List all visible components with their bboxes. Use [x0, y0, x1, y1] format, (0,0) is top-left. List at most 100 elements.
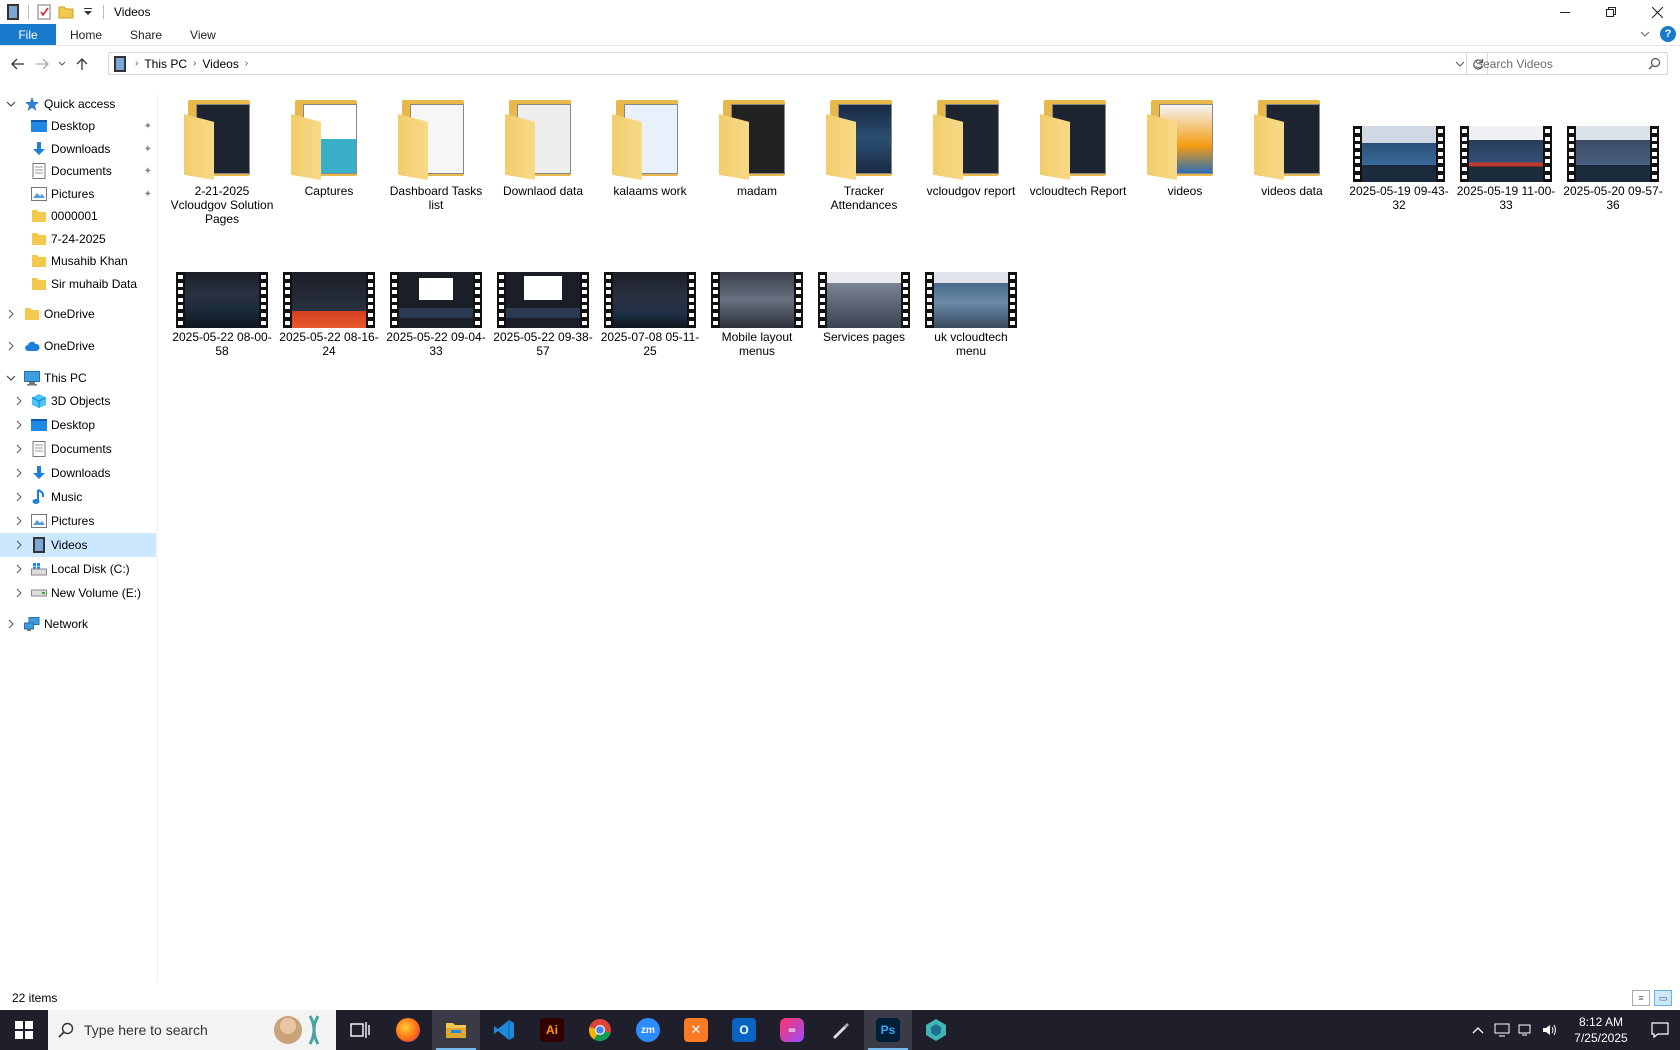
nav-quick-downloads[interactable]: Downloads ✦ — [0, 137, 156, 161]
nav-pc-3d-objects[interactable]: 3D Objects — [0, 389, 156, 413]
nav-pc-documents[interactable]: Documents — [0, 437, 156, 461]
video-item[interactable]: 2025-05-19 09-43-32 — [1347, 92, 1451, 212]
nav-quick-pictures[interactable]: Pictures ✦ — [0, 182, 156, 206]
file-explorer-icon[interactable] — [432, 1010, 480, 1050]
restore-button[interactable] — [1588, 0, 1634, 24]
folder-item[interactable]: Downlaod data — [491, 92, 595, 198]
windows-start-icon[interactable] — [0, 1010, 48, 1050]
network-tray-icon[interactable] — [1514, 1010, 1538, 1050]
zoom-icon[interactable]: zm — [624, 1010, 672, 1050]
pin-icon[interactable]: ✦ — [144, 121, 152, 132]
nav-quick-documents[interactable]: Documents ✦ — [0, 159, 156, 183]
large-icons-view-icon[interactable]: ▭ — [1654, 990, 1672, 1006]
breadcrumb-videos[interactable]: Videos — [196, 57, 244, 71]
folder-item[interactable]: vcloudtech Report — [1026, 92, 1130, 198]
nav-quick-folder-0000001[interactable]: 0000001 — [0, 204, 156, 228]
chrome-icon[interactable] — [576, 1010, 624, 1050]
nav-quick-access[interactable]: Quick access — [0, 92, 156, 116]
forward-button[interactable] — [30, 52, 54, 76]
nav-pc-desktop[interactable]: Desktop — [0, 413, 156, 437]
nav-pc-videos[interactable]: Videos — [0, 533, 156, 557]
video-item[interactable]: Services pages — [812, 238, 916, 344]
outlook-icon[interactable]: O — [720, 1010, 768, 1050]
chevron-right-icon[interactable] — [14, 540, 24, 550]
video-item[interactable]: 2025-05-22 09-04-33 — [384, 238, 488, 358]
chevron-down-icon[interactable] — [6, 373, 16, 383]
nav-quick-desktop[interactable]: Desktop ✦ — [0, 114, 156, 138]
chevron-right-icon[interactable] — [14, 468, 24, 478]
vscode-icon[interactable] — [480, 1010, 528, 1050]
pin-icon[interactable]: ✦ — [144, 166, 152, 177]
folder-item[interactable]: videos — [1133, 92, 1237, 198]
chevron-up-icon[interactable] — [1466, 1010, 1490, 1050]
chevron-right-icon[interactable] — [14, 564, 24, 574]
pin-icon[interactable]: ✦ — [144, 144, 152, 155]
chevron-down-icon[interactable] — [6, 99, 16, 109]
folder-item[interactable]: vcloudgov report — [919, 92, 1023, 198]
firefox-icon[interactable] — [384, 1010, 432, 1050]
volume-icon[interactable] — [1538, 1010, 1562, 1050]
chevron-right-icon[interactable] — [14, 588, 24, 598]
tab-view[interactable]: View — [176, 24, 230, 45]
nav-pc-local-disk-c[interactable]: Local Disk (C:) — [0, 557, 156, 581]
folder-item[interactable]: Dashboard Tasks list — [384, 92, 488, 212]
nav-pc-new-volume-e[interactable]: New Volume (E:) — [0, 581, 156, 605]
chevron-right-icon[interactable] — [6, 309, 16, 319]
nav-quick-folder-sir-muhaib-data[interactable]: Sir muhaib Data — [0, 272, 156, 296]
video-item[interactable]: 2025-05-22 09-38-57 — [491, 238, 595, 358]
task-view-icon[interactable] — [336, 1010, 384, 1050]
nav-pc-music[interactable]: Music — [0, 485, 156, 509]
clock[interactable]: 8:12 AM 7/25/2025 — [1562, 1014, 1640, 1046]
close-button[interactable] — [1634, 0, 1680, 24]
notification-icon[interactable] — [1640, 1010, 1680, 1050]
chevron-right-icon[interactable] — [14, 444, 24, 454]
new-folder-icon[interactable] — [58, 4, 74, 20]
chevron-down-icon[interactable] — [80, 4, 96, 20]
chevron-right-icon[interactable] — [14, 516, 24, 526]
breadcrumb-this-pc[interactable]: This PC — [138, 57, 193, 71]
app-icon[interactable] — [912, 1010, 960, 1050]
folder-item[interactable]: 2-21-2025 Vcloudgov Solution Pages — [170, 92, 274, 226]
video-item[interactable]: 2025-05-22 08-00-58 — [170, 238, 274, 358]
chevron-right-icon[interactable] — [6, 341, 16, 351]
chevron-right-icon[interactable] — [6, 619, 16, 629]
video-item[interactable]: 2025-05-19 11-00-33 — [1454, 92, 1558, 212]
expand-ribbon-icon[interactable] — [1640, 30, 1650, 38]
display-icon[interactable] — [1490, 1010, 1514, 1050]
address-bar[interactable]: › This PC › Videos › — [108, 52, 1488, 75]
back-button[interactable] — [6, 52, 30, 76]
video-item[interactable]: Mobile layout menus — [705, 238, 809, 358]
chevron-right-icon[interactable] — [14, 492, 24, 502]
search-input[interactable]: Search Videos — [1466, 52, 1668, 75]
tab-share[interactable]: Share — [116, 24, 176, 45]
recent-locations-button[interactable] — [54, 52, 70, 76]
search-icon[interactable] — [1648, 57, 1661, 70]
pin-icon[interactable]: ✦ — [144, 189, 152, 200]
folder-item[interactable]: Tracker Attendances — [812, 92, 916, 212]
xampp-icon[interactable]: ✕ — [672, 1010, 720, 1050]
nav-this-pc[interactable]: This PC — [0, 366, 156, 390]
tab-file[interactable]: File — [0, 24, 56, 45]
pen-tool-icon[interactable] — [816, 1010, 864, 1050]
folder-item[interactable]: Captures — [277, 92, 381, 198]
nav-pc-pictures[interactable]: Pictures — [0, 509, 156, 533]
folder-item[interactable]: videos data — [1240, 92, 1344, 198]
properties-icon[interactable] — [36, 4, 52, 20]
tab-home[interactable]: Home — [56, 24, 116, 45]
chevron-right-icon[interactable] — [14, 420, 24, 430]
chevron-right-icon[interactable] — [14, 396, 24, 406]
nav-quick-folder-musahib-khan[interactable]: Musahib Khan — [0, 249, 156, 273]
breadcrumb-chevron-icon[interactable]: › — [245, 58, 248, 69]
creative-cloud-icon[interactable]: ∞ — [768, 1010, 816, 1050]
nav-onedrive-folder[interactable]: OneDrive — [0, 302, 156, 326]
video-item[interactable]: uk vcloudtech menu — [919, 238, 1023, 358]
video-item[interactable]: 2025-05-22 08-16-24 — [277, 238, 381, 358]
nav-onedrive-cloud[interactable]: OneDrive — [0, 334, 156, 358]
folder-item[interactable]: kalaams work — [598, 92, 702, 198]
taskbar-search-box[interactable]: Type here to search — [48, 1010, 336, 1050]
folder-item[interactable]: madam — [705, 92, 809, 198]
adobe-illustrator-icon[interactable]: Ai — [528, 1010, 576, 1050]
details-view-icon[interactable]: ≡ — [1632, 990, 1650, 1006]
minimize-button[interactable] — [1542, 0, 1588, 24]
nav-quick-folder-7-24-2025[interactable]: 7-24-2025 — [0, 227, 156, 251]
